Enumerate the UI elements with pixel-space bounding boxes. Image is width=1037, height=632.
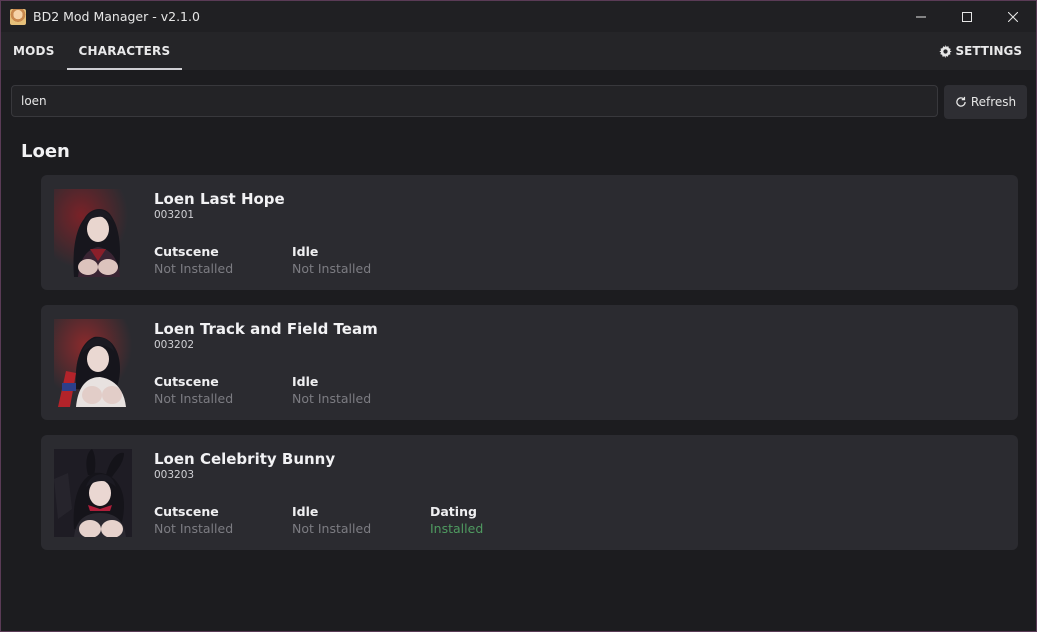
mod-label: Dating	[430, 504, 477, 519]
mod-idle: Idle Not Installed	[292, 374, 371, 408]
character-portrait	[54, 319, 132, 407]
window-title: BD2 Mod Manager - v2.1.0	[33, 9, 200, 24]
title-bar[interactable]: BD2 Mod Manager - v2.1.0	[1, 1, 1036, 32]
tab-characters[interactable]: CHARACTERS	[66, 32, 183, 70]
mod-label: Cutscene	[154, 244, 219, 259]
mod-status: Not Installed	[154, 521, 234, 536]
character-card: Loen Track and Field Team 003202 Cutscen…	[41, 305, 1018, 420]
character-id: 003201	[154, 209, 195, 221]
character-portrait	[54, 189, 132, 277]
character-name: Loen Last Hope	[154, 190, 285, 208]
refresh-label: Refresh	[970, 95, 1017, 109]
mod-cutscene: Cutscene Not Installed	[154, 244, 233, 278]
maximize-icon	[962, 11, 972, 22]
mod-status: Not Installed	[292, 391, 372, 406]
close-icon	[1008, 11, 1018, 22]
character-portrait	[54, 449, 132, 537]
mod-label: Idle	[292, 374, 319, 389]
refresh-button[interactable]: Refresh	[944, 85, 1027, 119]
app-icon	[10, 8, 26, 25]
mod-label: Cutscene	[154, 374, 219, 389]
refresh-icon	[956, 96, 966, 107]
mod-status: Not Installed	[154, 391, 234, 406]
nav-bar: MODS CHARACTERS SETTINGS	[1, 32, 1036, 70]
mod-label: Idle	[292, 244, 319, 259]
close-button[interactable]	[990, 1, 1036, 32]
window-controls	[898, 1, 1036, 32]
character-id: 003203	[154, 469, 195, 481]
mod-idle: Idle Not Installed	[292, 504, 371, 538]
settings-label: SETTINGS	[955, 44, 1023, 58]
mod-label: Cutscene	[154, 504, 219, 519]
character-name: Loen Track and Field Team	[154, 320, 378, 338]
app-window: BD2 Mod Manager - v2.1.0 MODS CHARACTERS…	[0, 0, 1037, 632]
settings-button[interactable]: SETTINGS	[938, 32, 1023, 70]
character-id: 003202	[154, 339, 195, 351]
mod-label: Idle	[292, 504, 319, 519]
character-name: Loen Celebrity Bunny	[154, 450, 336, 468]
maximize-button[interactable]	[944, 1, 990, 32]
search-input[interactable]	[11, 85, 938, 117]
minimize-icon	[916, 16, 926, 17]
minimize-button[interactable]	[898, 1, 944, 32]
gear-icon	[938, 44, 952, 58]
character-card: Loen Last Hope 003201 Cutscene Not Insta…	[41, 175, 1018, 290]
mod-status: Not Installed	[154, 261, 234, 276]
mod-dating: Dating Installed	[430, 504, 483, 538]
mod-cutscene: Cutscene Not Installed	[154, 374, 233, 408]
mod-cutscene: Cutscene Not Installed	[154, 504, 233, 538]
tab-mods[interactable]: MODS	[1, 32, 67, 70]
group-title: Loen	[21, 141, 70, 162]
mod-idle: Idle Not Installed	[292, 244, 371, 278]
mod-status: Installed	[430, 521, 484, 536]
mod-status: Not Installed	[292, 261, 372, 276]
mod-status: Not Installed	[292, 521, 372, 536]
character-card: Loen Celebrity Bunny 003203 Cutscene Not…	[41, 435, 1018, 550]
search-row: Refresh	[11, 85, 1027, 119]
